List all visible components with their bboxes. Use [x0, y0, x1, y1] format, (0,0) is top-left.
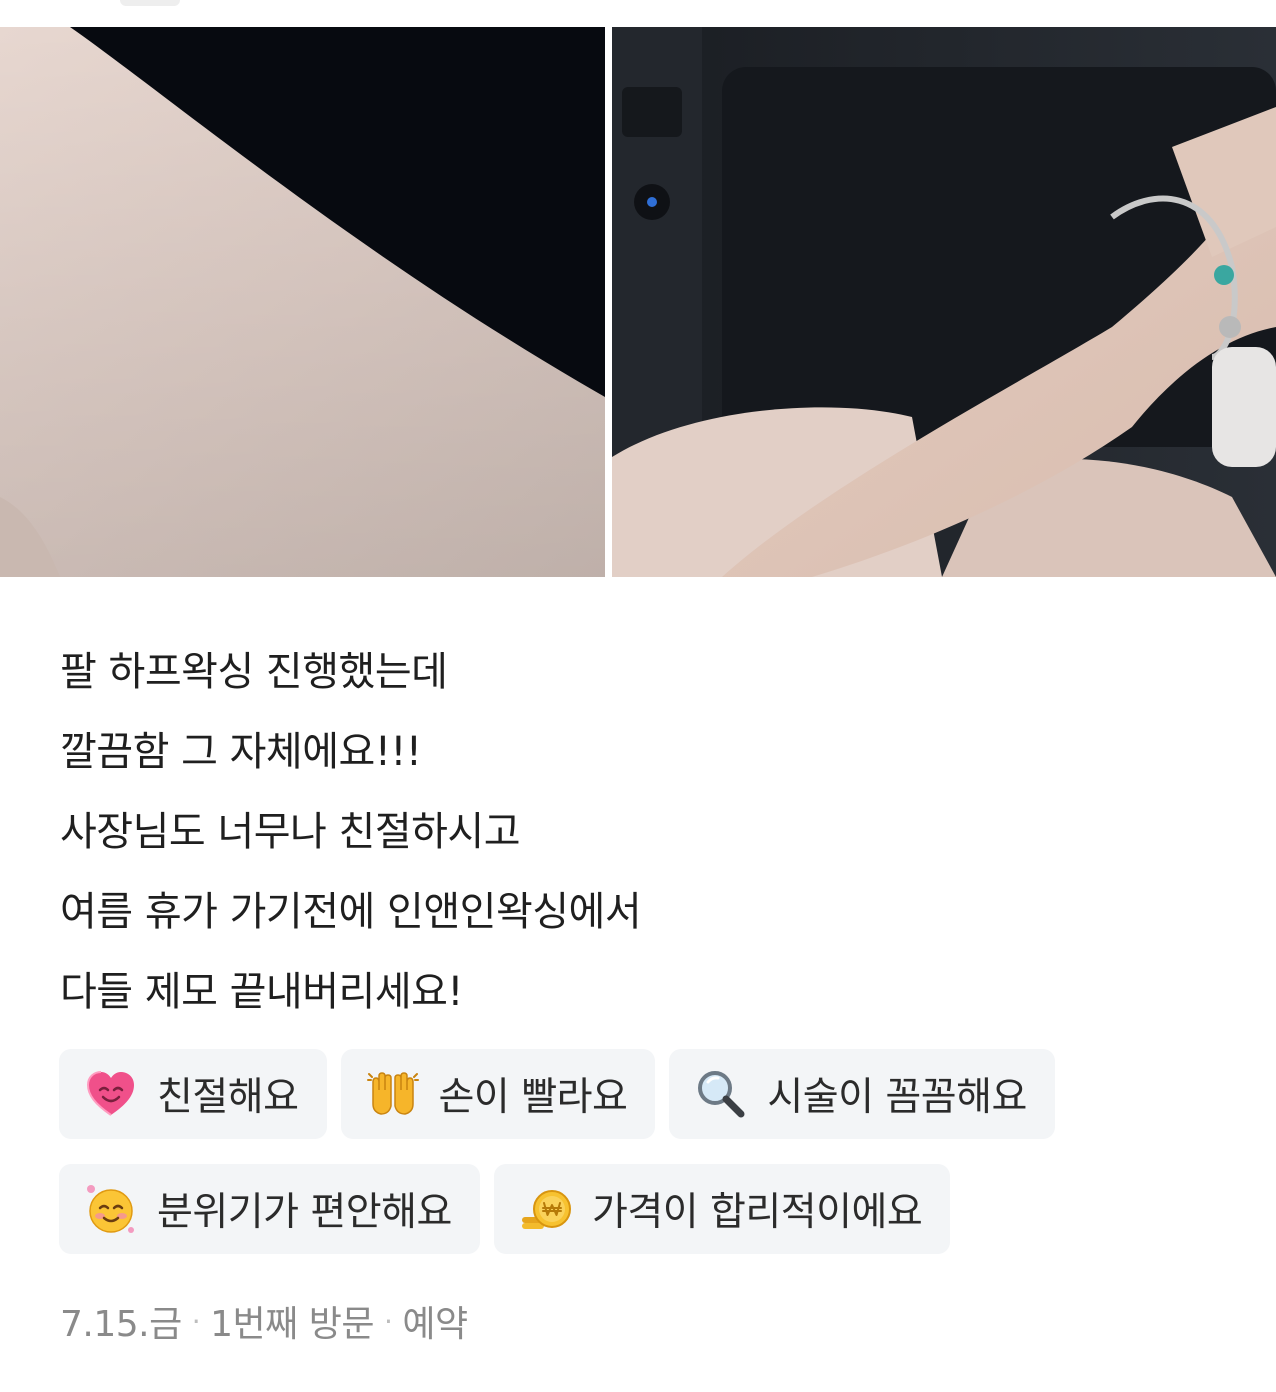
keyword-label: 분위기가 편안해요 [157, 1190, 452, 1235]
won-coin-icon [520, 1183, 572, 1235]
review-line: 사장님도 너무나 친절하시고 [60, 809, 521, 855]
keyword-row-2: 분위기가 편안해요 가격이 합리적이에요 [59, 1164, 951, 1254]
keyword-chip-kind[interactable]: 친절해요 [59, 1049, 327, 1139]
visit-count: 1번째 방문 [210, 1304, 374, 1345]
keyword-label: 가격이 합리적이에요 [591, 1190, 923, 1235]
smiling-heart-icon [85, 1068, 137, 1120]
raised-hands-icon [366, 1068, 419, 1120]
review-line: 다들 제모 끝내버리세요! [60, 969, 463, 1015]
visit-type: 예약 [402, 1304, 468, 1345]
keyword-label: 친절해요 [157, 1075, 299, 1120]
separator-dot: · [191, 1304, 201, 1338]
review-text: 팔 하프왁싱 진행했는데 깔끔함 그 자체에요!!! 사장님도 너무나 친절하시… [60, 632, 1210, 1032]
keyword-chip-atmosphere[interactable]: 분위기가 편안해요 [59, 1164, 480, 1254]
review-line: 팔 하프왁싱 진행했는데 [60, 649, 448, 695]
review-photo-1[interactable] [0, 27, 605, 577]
magnifying-glass-icon [695, 1068, 747, 1120]
keyword-label: 손이 빨라요 [438, 1075, 628, 1120]
review-photos [0, 27, 1276, 577]
separator-dot: · [383, 1304, 393, 1338]
keyword-row-1: 친절해요 손이 빨라요 시술이 꼼꼼해요 [59, 1049, 1055, 1139]
review-card: 팔 하프왁싱 진행했는데 깔끔함 그 자체에요!!! 사장님도 너무나 친절하시… [0, 0, 1276, 1392]
smiling-face-icon [85, 1183, 137, 1235]
keyword-label: 시술이 꼼꼼해요 [767, 1075, 1027, 1120]
keyword-chip-fast[interactable]: 손이 빨라요 [340, 1049, 656, 1139]
review-line: 여름 휴가 가기전에 인앤인왁싱에서 [60, 889, 642, 935]
visit-date: 7.15.금 [60, 1304, 182, 1345]
top-avatar-edge [120, 0, 180, 6]
keyword-chip-price[interactable]: 가격이 합리적이에요 [493, 1164, 951, 1254]
review-meta: 7.15.금 · 1번째 방문 · 예약 [60, 1298, 468, 1345]
review-photo-2[interactable] [612, 27, 1276, 577]
review-line: 깔끔함 그 자체에요!!! [60, 729, 422, 775]
keyword-chip-thorough[interactable]: 시술이 꼼꼼해요 [669, 1049, 1055, 1139]
